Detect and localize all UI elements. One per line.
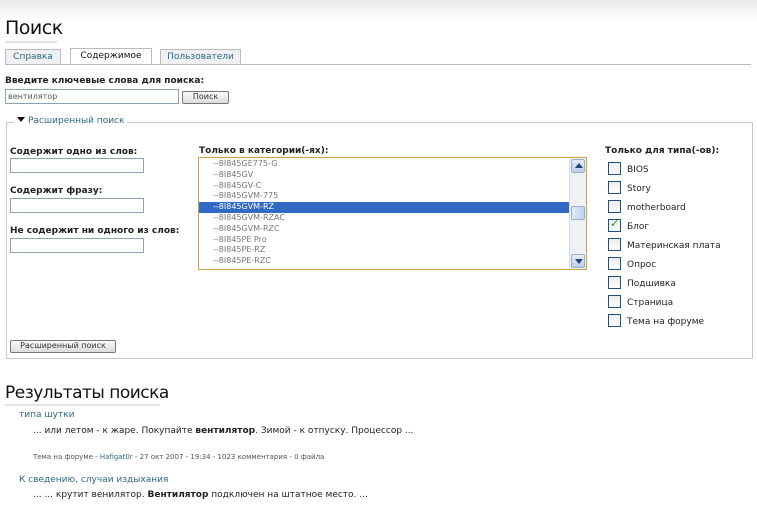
phrase-input[interactable] xyxy=(10,198,144,213)
tab-content[interactable]: Содержимое xyxy=(70,48,152,64)
advanced-search-toggle[interactable]: Расширенный поиск xyxy=(14,116,128,126)
category-option[interactable]: --8I845GVM-775 xyxy=(199,191,586,202)
any-words-input[interactable] xyxy=(10,158,144,173)
category-option[interactable]: --8I845GV-C xyxy=(199,181,586,192)
type-checkbox[interactable] xyxy=(608,276,621,289)
results-underline xyxy=(5,404,160,406)
exclude-words-label: Не содержит ни одного из слов: xyxy=(10,226,180,236)
chevron-up-icon xyxy=(575,163,583,168)
chevron-down-icon xyxy=(575,259,583,264)
type-label-text: Страница xyxy=(627,298,674,308)
type-checkbox[interactable] xyxy=(608,162,621,175)
category-option[interactable]: --8I845PE Pro xyxy=(199,235,586,246)
title-underline xyxy=(5,41,57,43)
result-link[interactable]: К сведению, случаи издыхания xyxy=(19,475,168,485)
result-meta: Тема на форуме - Hafigat0r - 27 окт 2007… xyxy=(33,453,325,461)
type-label-text: Тема на форуме xyxy=(627,317,705,327)
category-option[interactable]: --8I845PE-RZ xyxy=(199,245,586,256)
type-checkbox[interactable] xyxy=(608,181,621,194)
type-label-text: Опрос xyxy=(627,260,657,270)
page-title: Поиск xyxy=(5,17,63,39)
type-checkbox[interactable]: ✓ xyxy=(608,217,621,232)
type-checkbox[interactable] xyxy=(608,314,621,327)
scroll-up-button[interactable] xyxy=(571,159,585,173)
scroll-thumb[interactable] xyxy=(571,206,585,220)
type-label-text: motherboard xyxy=(627,203,686,213)
type-checkbox[interactable] xyxy=(608,238,621,251)
category-scrollbar[interactable] xyxy=(569,158,586,269)
tabs-divider xyxy=(5,64,751,65)
type-label-text: Подшивка xyxy=(627,279,676,289)
type-label-text: Материнская плата xyxy=(627,241,721,251)
results-title: Результаты поиска xyxy=(5,383,169,403)
type-checkbox[interactable] xyxy=(608,200,621,213)
category-option[interactable]: --8I845GE775-G xyxy=(199,159,586,170)
top-gradient xyxy=(0,0,757,22)
category-option[interactable]: --8I845GVM-RZ xyxy=(199,202,586,213)
category-option[interactable]: --8I845GVM-RZAC xyxy=(199,213,586,224)
category-option[interactable]: --8I845PE-RZC xyxy=(199,256,586,267)
exclude-words-input[interactable] xyxy=(10,238,144,253)
type-label-text: Story xyxy=(627,184,651,194)
scroll-down-button[interactable] xyxy=(571,254,585,268)
result-link[interactable]: типа шутки xyxy=(19,410,74,420)
checkmark-icon: ✓ xyxy=(610,217,620,230)
author-link[interactable]: Hafigat0r xyxy=(100,453,133,461)
keywords-label: Введите ключевые слова для поиска: xyxy=(5,76,205,86)
category-label: Только в категории(-ях): xyxy=(199,146,329,156)
result-snippet: ... или летом - к жаре. Покупайте вентил… xyxy=(33,426,414,436)
type-checkbox[interactable] xyxy=(608,257,621,270)
any-words-label: Содержит одно из слов: xyxy=(10,147,138,157)
category-option[interactable]: --8I845GV xyxy=(199,170,586,181)
type-label-text: BIOS xyxy=(627,165,649,175)
tab-users[interactable]: Пользователи xyxy=(160,49,241,64)
category-option[interactable]: --8I845GVM-RZC xyxy=(199,224,586,235)
collapse-triangle-icon xyxy=(17,117,25,122)
type-label: Только для типа(-ов): xyxy=(605,146,720,156)
advanced-search-legend: Расширенный поиск xyxy=(28,116,125,126)
advanced-search-button[interactable]: Расширенный поиск xyxy=(10,340,116,353)
type-label-text: Блог xyxy=(627,222,650,232)
type-checkbox[interactable] xyxy=(608,295,621,308)
result-snippet: ... ... крутит венилятор. Вентилятор под… xyxy=(33,490,368,500)
keywords-input[interactable]: вентилятор xyxy=(5,89,179,104)
tab-help[interactable]: Справка xyxy=(5,49,61,64)
phrase-label: Содержит фразу: xyxy=(10,186,103,196)
search-button[interactable]: Поиск xyxy=(182,91,229,104)
category-listbox[interactable]: --8I845GE775-G --8I845GV --8I845GV-C --8I84… xyxy=(198,157,587,270)
